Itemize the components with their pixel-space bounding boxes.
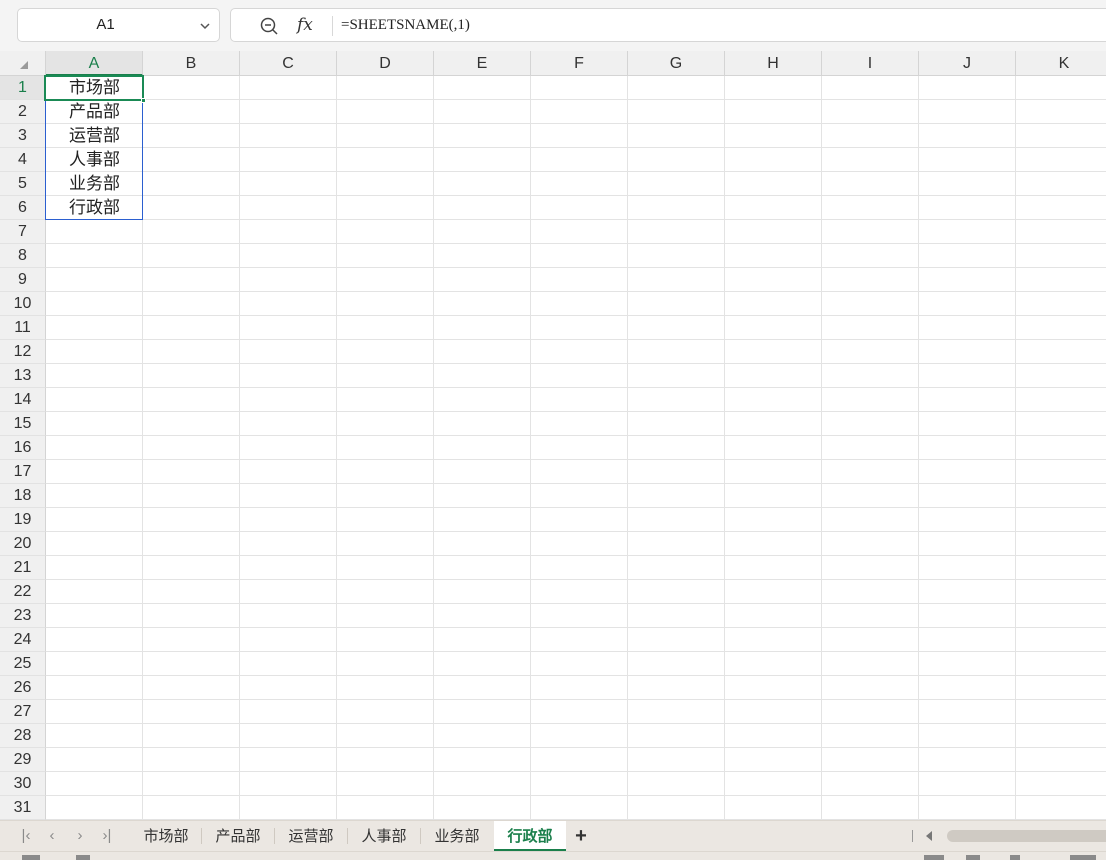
sheet-tabs-bar: |‹ ‹ › ›| 市场部 产品部 运营部 人事部 业务部 行政部 + xyxy=(0,820,1106,851)
formula-bar: A1 𝑓x =SHEETSNAME(,1) xyxy=(0,0,1106,51)
row-header[interactable]: 12 xyxy=(0,340,46,364)
column-header-c[interactable]: C xyxy=(240,51,337,76)
row-header[interactable]: 5 xyxy=(0,172,46,196)
next-sheet-icon[interactable]: › xyxy=(70,826,90,846)
column-header-g[interactable]: G xyxy=(628,51,725,76)
add-sheet-icon[interactable]: + xyxy=(571,825,591,847)
sheet-tab-2[interactable]: 产品部 xyxy=(202,821,274,851)
column-headers: A B C D E F G H I J K xyxy=(46,51,1106,76)
cell-a1[interactable]: 市场部 xyxy=(46,76,143,100)
column-header-b[interactable]: B xyxy=(143,51,240,76)
function-icon[interactable]: 𝑓x xyxy=(297,13,321,37)
name-box-value: A1 xyxy=(96,16,115,33)
row-header[interactable]: 16 xyxy=(0,436,46,460)
row-header[interactable]: 4 xyxy=(0,148,46,172)
row-header[interactable]: 14 xyxy=(0,388,46,412)
cell-a5[interactable]: 业务部 xyxy=(46,172,143,196)
row-header[interactable]: 18 xyxy=(0,484,46,508)
row-header[interactable]: 17 xyxy=(0,460,46,484)
column-header-j[interactable]: J xyxy=(919,51,1016,76)
status-bar xyxy=(0,851,1106,860)
view-icon[interactable] xyxy=(966,855,980,860)
view-icon[interactable] xyxy=(1010,855,1020,860)
horizontal-scrollbar[interactable] xyxy=(947,830,1106,842)
fill-handle[interactable] xyxy=(141,98,146,103)
cell-a2[interactable]: 产品部 xyxy=(46,100,143,124)
sheet-tab-3[interactable]: 运营部 xyxy=(275,821,347,851)
last-sheet-icon[interactable]: ›| xyxy=(97,826,117,846)
cell-a4[interactable]: 人事部 xyxy=(46,148,143,172)
status-icon[interactable] xyxy=(22,855,40,860)
row-header[interactable]: 25 xyxy=(0,652,46,676)
sheet-tab-6[interactable]: 行政部 xyxy=(494,821,566,851)
column-header-k[interactable]: K xyxy=(1016,51,1106,76)
spreadsheet-grid: A B C D E F G H I J K 1 2 3 4 5 6 7 8 9 … xyxy=(0,51,1106,820)
prev-sheet-icon[interactable]: ‹ xyxy=(42,826,62,846)
row-header[interactable]: 9 xyxy=(0,268,46,292)
first-sheet-icon[interactable]: |‹ xyxy=(16,826,36,846)
row-header[interactable]: 30 xyxy=(0,772,46,796)
view-icon[interactable] xyxy=(924,855,944,860)
column-header-h[interactable]: H xyxy=(725,51,822,76)
row-header[interactable]: 22 xyxy=(0,580,46,604)
row-header[interactable]: 20 xyxy=(0,532,46,556)
row-header[interactable]: 13 xyxy=(0,364,46,388)
sheet-tab-5[interactable]: 业务部 xyxy=(421,821,493,851)
column-header-i[interactable]: I xyxy=(822,51,919,76)
column-header-f[interactable]: F xyxy=(531,51,628,76)
row-header[interactable]: 7 xyxy=(0,220,46,244)
status-icon[interactable] xyxy=(76,855,90,860)
sheet-tab-1[interactable]: 市场部 xyxy=(131,821,201,851)
chevron-down-icon[interactable] xyxy=(199,20,211,32)
column-header-d[interactable]: D xyxy=(337,51,434,76)
row-header[interactable]: 21 xyxy=(0,556,46,580)
row-header[interactable]: 24 xyxy=(0,628,46,652)
scroll-divider xyxy=(912,830,913,842)
view-icon[interactable] xyxy=(1070,855,1096,860)
cell-a6[interactable]: 行政部 xyxy=(46,196,143,220)
zoom-out-icon[interactable] xyxy=(259,16,279,36)
row-header[interactable]: 3 xyxy=(0,124,46,148)
row-header[interactable]: 29 xyxy=(0,748,46,772)
row-header[interactable]: 19 xyxy=(0,508,46,532)
cell-a3[interactable]: 运营部 xyxy=(46,124,143,148)
row-header[interactable]: 11 xyxy=(0,316,46,340)
row-header[interactable]: 28 xyxy=(0,724,46,748)
row-header[interactable]: 27 xyxy=(0,700,46,724)
scroll-left-icon[interactable] xyxy=(926,831,932,841)
sheet-tab-4[interactable]: 人事部 xyxy=(348,821,420,851)
cell-area[interactable]: 市场部 产品部 运营部 人事部 业务部 行政部 xyxy=(44,75,1106,820)
select-all-corner[interactable] xyxy=(0,51,46,76)
row-header[interactable]: 1 xyxy=(0,76,46,100)
row-header[interactable]: 2 xyxy=(0,100,46,124)
row-header[interactable]: 26 xyxy=(0,676,46,700)
name-box[interactable]: A1 xyxy=(17,8,220,42)
column-header-e[interactable]: E xyxy=(434,51,531,76)
row-header[interactable]: 15 xyxy=(0,412,46,436)
formula-input[interactable]: 𝑓x =SHEETSNAME(,1) xyxy=(230,8,1106,42)
row-header[interactable]: 23 xyxy=(0,604,46,628)
column-header-a[interactable]: A xyxy=(46,51,143,76)
row-header[interactable]: 10 xyxy=(0,292,46,316)
select-all-icon xyxy=(20,61,28,69)
formula-divider xyxy=(332,16,333,36)
formula-text[interactable]: =SHEETSNAME(,1) xyxy=(341,9,470,41)
row-header[interactable]: 8 xyxy=(0,244,46,268)
row-header[interactable]: 31 xyxy=(0,796,46,820)
row-header[interactable]: 6 xyxy=(0,196,46,220)
